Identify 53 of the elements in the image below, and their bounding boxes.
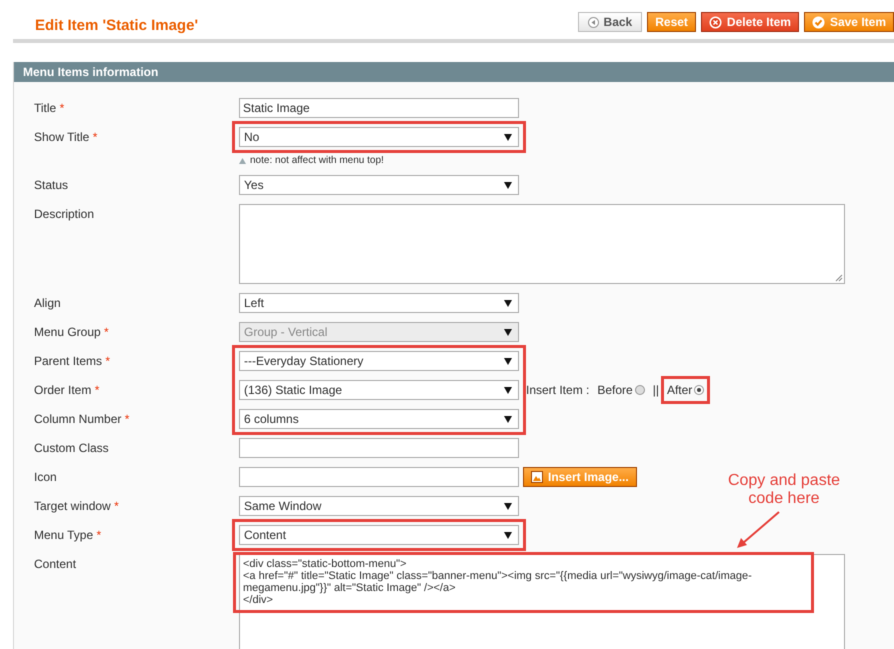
dropdown-arrow-icon [504,134,512,140]
field-label: Title * [34,100,66,117]
field-label: Menu Group * [34,324,110,341]
section-header: Menu Items information [14,62,894,82]
note-text: note: not affect with menu top! [250,155,384,166]
field-label: Icon [34,469,58,486]
dropdown-arrow-icon [504,358,512,364]
page-title: Edit Item 'Static Image' [35,16,198,34]
dropdown[interactable]: 6 columns [239,409,519,429]
field-label: Align [34,295,62,312]
delete-button[interactable]: Delete Item [700,12,799,32]
dropdown-arrow-icon [504,532,512,538]
dropdown[interactable]: No [239,127,519,147]
text-field[interactable] [239,467,519,487]
radio-label: After [666,383,692,397]
back-button[interactable]: Back [578,12,642,32]
callout-text: Copy and paste code here [726,472,842,508]
radio-button[interactable] [634,385,645,395]
dropdown-arrow-icon [504,416,512,422]
radio-label: Before [597,383,633,397]
field-label: Content [34,556,78,573]
triangle-icon [239,158,246,164]
dropdown-arrow-icon [504,300,512,306]
dropdown-arrow-icon [504,328,512,336]
field-label: Parent Items * [34,353,112,370]
radio-button[interactable] [694,385,704,395]
image-icon [531,471,543,483]
field-label: Custom Class [34,440,110,457]
check-icon [812,16,825,28]
dropdown[interactable]: Content [239,525,519,545]
dropdown[interactable]: Same Window [239,496,519,516]
dropdown-arrow-icon [504,386,512,394]
text-field[interactable]: Static Image [239,98,519,118]
dropdown[interactable]: (136) Static Image [239,380,519,400]
field-label: Menu Type * [34,527,102,544]
dropdown[interactable]: Yes [239,175,519,195]
close-icon [708,16,722,28]
dropdown[interactable]: ---Everyday Stationery [239,351,519,371]
dropdown-arrow-icon [504,502,512,510]
field-label: Show Title * [34,129,98,146]
textarea-field[interactable] [239,204,845,284]
field-label: Description [34,206,96,223]
field-label: Order Item * [34,382,100,399]
separator-text: || [652,383,659,397]
dropdown[interactable]: Left [239,293,519,313]
text-field[interactable] [239,438,519,458]
field-label: Target window * [34,498,120,515]
insert-item-label: Insert Item : [526,383,590,397]
back-icon [588,16,599,28]
resize-grip-icon[interactable] [835,274,843,282]
field-label: Status [34,177,70,194]
dropdown-arrow-icon [504,182,512,188]
field-label: Column Number * [34,411,130,428]
